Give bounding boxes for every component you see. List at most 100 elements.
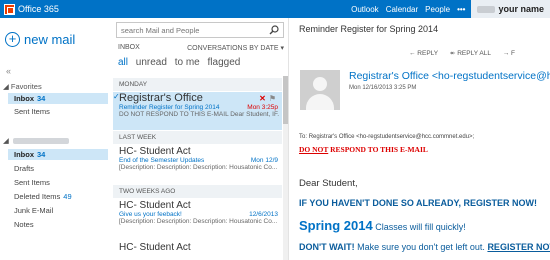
email-line-spring: Spring 2014 Classes will fill quickly! (299, 218, 466, 233)
favorites-label: Favorites (10, 82, 42, 91)
group-header-two-weeks-ago: TWO WEEKS AGO (113, 185, 282, 198)
user-menu[interactable]: your name (471, 0, 550, 18)
user-photo-redacted (477, 5, 496, 13)
folder-sent-items[interactable]: Sent Items (14, 177, 50, 188)
folder-label: Sent Items (14, 178, 50, 187)
message-item[interactable]: HC- Student Act (113, 242, 282, 260)
folder-label: Junk E-Mail (14, 206, 54, 215)
folder-deleted-items[interactable]: Deleted Items 49 (14, 191, 72, 202)
message-date: Mon 12/9 (250, 157, 278, 164)
folder-label: Notes (14, 220, 34, 229)
reply-actions: ← REPLY ↞ REPLY ALL → F (409, 49, 525, 57)
sort-dropdown[interactable]: CONVERSATIONS BY DATE ▾ (187, 44, 284, 52)
email-line-register-now: IF YOU HAVEN'T DONE SO ALREADY, REGISTER… (299, 198, 537, 208)
filter-bar: all unread to me flagged (118, 57, 245, 68)
fav-folder-inbox[interactable]: Inbox 34 (8, 93, 108, 104)
folder-drafts[interactable]: Drafts (14, 163, 34, 174)
scrollbar-thumb[interactable] (283, 76, 288, 124)
spring-heading: Spring 2014 (299, 218, 373, 233)
spring-text: Classes will fill quickly! (372, 222, 466, 232)
subject-text: Give us your feeback! (119, 211, 182, 218)
message-subject: Reminder Register for Spring 2014 Mon 3:… (119, 104, 282, 111)
folder-notes[interactable]: Notes (14, 219, 34, 230)
email-to: To: Registrar's Office <ho-regstudentser… (299, 134, 474, 140)
user-name: your name (498, 4, 544, 14)
unread-count: 34 (37, 94, 46, 103)
sender-avatar (300, 70, 340, 110)
sender-name: HC- Student Act (119, 146, 191, 157)
folder-label: Inbox (14, 94, 34, 103)
filter-flagged[interactable]: flagged (208, 57, 241, 68)
folder-inbox[interactable]: Inbox 34 (8, 149, 108, 160)
new-mail-button[interactable]: + new mail (5, 32, 75, 47)
message-preview: DO NOT RESPOND TO THIS E-MAIL Dear Stude… (119, 111, 279, 118)
item-actions: ✕ ⚑ (259, 94, 276, 103)
message-list-pane: INBOX CONVERSATIONS BY DATE ▾ all unread… (112, 18, 289, 260)
more-apps-button[interactable]: ••• (457, 5, 465, 14)
folder-title: INBOX (118, 44, 140, 51)
sender-name: HC- Student Act (119, 242, 191, 253)
folder-label: Deleted Items (14, 192, 61, 201)
search-input[interactable] (121, 25, 261, 35)
top-bar: Office 365 Outlook Calendar People ••• y… (0, 0, 550, 18)
office-logo-icon (4, 3, 15, 15)
favorites-header[interactable]: ◢ Favorites (3, 82, 42, 91)
to-value[interactable]: Registrar's Office <ho-regstudentservice… (309, 134, 475, 140)
message-subject: Give us your feeback! 12/6/2013 (119, 211, 282, 218)
message-item[interactable]: HC- Student Act End of the Semester Upda… (113, 146, 282, 184)
no-reply-warning: DO NOT RESPOND TO THIS E-MAIL (299, 145, 428, 154)
email-from[interactable]: Registrar's Office <ho-regstudentservice… (349, 70, 550, 82)
flag-icon[interactable]: ⚑ (269, 94, 276, 103)
forward-button[interactable]: → F (503, 50, 515, 57)
message-item-selected[interactable]: ✓ ✕ ⚑ Registrar's Office Reminder Registe… (113, 92, 282, 130)
account-header[interactable]: ◢ (3, 136, 69, 145)
register-now-text: REGISTER NOW! (487, 242, 550, 252)
to-label: To: (299, 134, 308, 140)
collapse-pane-button[interactable]: « (6, 66, 11, 76)
email-date: Mon 12/16/2013 3:25 PM (349, 85, 417, 91)
nav-calendar[interactable]: Calendar (386, 5, 418, 14)
reply-button[interactable]: ← REPLY (409, 50, 438, 57)
account-name-redacted (12, 137, 69, 144)
email-subject: Reminder Register for Spring 2014 (299, 24, 439, 34)
new-mail-label: new mail (24, 32, 76, 47)
folder-pane: + new mail « ◢ Favorites Inbox 34 Sent It… (0, 18, 108, 260)
filter-to-me[interactable]: to me (175, 57, 200, 68)
subject-text: End of the Semester Updates (119, 157, 205, 164)
subject-text: Reminder Register for Spring 2014 (119, 104, 220, 111)
reading-pane: Reminder Register for Spring 2014 ← REPL… (291, 18, 550, 260)
search-box (116, 22, 284, 38)
email-line-dont-wait: DON'T WAIT! Make sure you don't get left… (299, 242, 550, 252)
list-header: INBOX CONVERSATIONS BY DATE ▾ (118, 44, 284, 54)
message-preview: [Description: Description: Description: … (119, 218, 278, 225)
unread-count: 34 (37, 150, 46, 159)
filter-unread[interactable]: unread (136, 57, 167, 68)
brand[interactable]: Office 365 (4, 3, 59, 15)
folder-junk-email[interactable]: Junk E-Mail (14, 205, 53, 216)
selected-check-icon: ✓ (113, 92, 120, 101)
group-header-monday: MONDAY (113, 78, 282, 91)
group-header-last-week: LAST WEEK (113, 131, 282, 144)
message-preview: [Description: Description: Description: … (119, 164, 278, 171)
dont-wait-text: DON'T WAIT! (299, 242, 355, 252)
email-greeting: Dear Student, (299, 178, 358, 189)
sender-name: Registrar's Office (119, 92, 203, 104)
message-subject: End of the Semester Updates Mon 12/9 (119, 157, 282, 164)
message-item[interactable]: HC- Student Act Give us your feeback! 12… (113, 200, 282, 238)
list-scrollbar[interactable] (283, 76, 288, 260)
nav-outlook[interactable]: Outlook (351, 5, 379, 14)
folder-label: Inbox (14, 150, 34, 159)
dont-wait-mid: Make sure you don't get left out. (354, 242, 488, 252)
message-date: Mon 3:25p (247, 104, 278, 111)
nav-people[interactable]: People (425, 5, 450, 14)
delete-icon[interactable]: ✕ (259, 94, 266, 103)
fav-folder-sent-items[interactable]: Sent Items (14, 106, 50, 117)
filter-all[interactable]: all (118, 57, 128, 68)
plus-circle-icon: + (5, 32, 20, 47)
warning-emphasis: DO NOT (299, 145, 329, 154)
reply-all-button[interactable]: ↞ REPLY ALL (450, 50, 491, 57)
message-date: 12/6/2013 (249, 211, 278, 218)
warning-text: RESPOND TO THIS E-MAIL (328, 145, 428, 154)
search-icon[interactable] (269, 25, 279, 35)
folder-label: Drafts (14, 164, 35, 173)
